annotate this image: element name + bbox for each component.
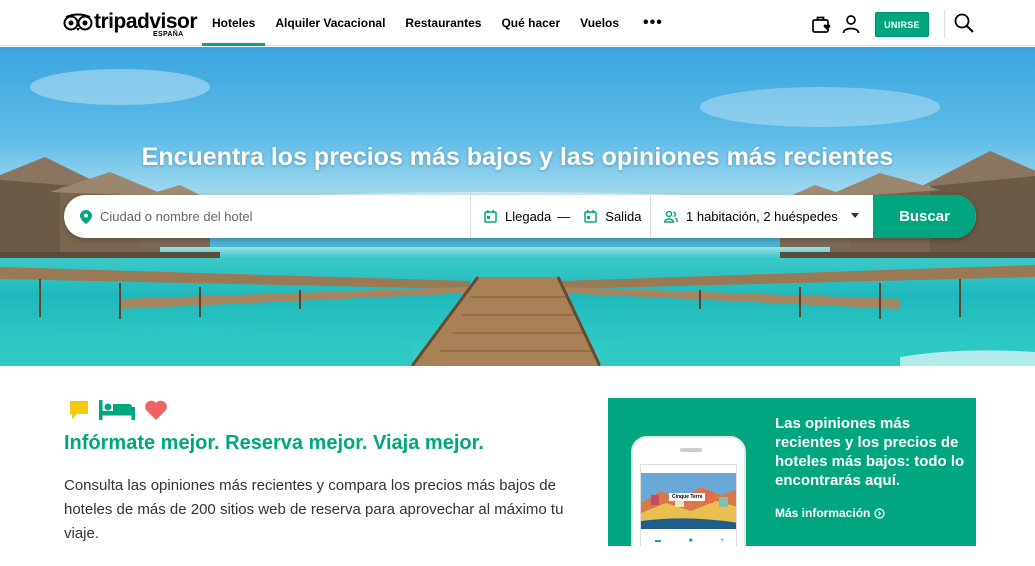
map-pin-icon bbox=[80, 209, 92, 224]
checkout-label[interactable]: Salida bbox=[605, 209, 641, 224]
search-button[interactable]: Buscar bbox=[873, 195, 976, 238]
join-button[interactable]: UNIRSE bbox=[875, 12, 929, 37]
phone-plus-icon: + bbox=[720, 538, 725, 544]
phone-illustration: Cinque Terre ▬ ■ + bbox=[631, 436, 746, 546]
bed-icon bbox=[99, 400, 135, 420]
nav-things-to-do[interactable]: Qué hacer bbox=[491, 0, 570, 46]
nav-more-icon[interactable]: ••• bbox=[629, 0, 673, 46]
promo-title: Las opiniones más recientes y los precio… bbox=[775, 415, 965, 489]
more-info-link[interactable]: Más información bbox=[775, 506, 886, 520]
hero-title: Encuentra los precios más bajos y las op… bbox=[141, 143, 894, 171]
search-icon[interactable] bbox=[953, 12, 975, 34]
date-range-field[interactable]: Llegada — Salida bbox=[484, 195, 649, 238]
chevron-down-icon[interactable] bbox=[851, 213, 859, 218]
top-header: tripadvisor ESPAÑA Hoteles Alquiler Vaca… bbox=[0, 0, 1035, 46]
intro-description: Consulta las opiniones más recientes y c… bbox=[64, 477, 564, 542]
phone-camera bbox=[680, 448, 702, 452]
checkin-label[interactable]: Llegada bbox=[505, 209, 551, 224]
more-info-label: Más información bbox=[775, 506, 871, 520]
feature-icons bbox=[68, 398, 168, 422]
phone-screen: Cinque Terre ▬ ■ + bbox=[640, 464, 737, 546]
phone-tab-bar: ▬ ■ + bbox=[641, 531, 736, 546]
app-promo-card[interactable]: Cinque Terre ▬ ■ + Las opiniones más rec… bbox=[608, 398, 976, 546]
speech-bubble-icon bbox=[70, 401, 88, 419]
city-search-input[interactable] bbox=[100, 209, 450, 224]
phone-home-icon: ■ bbox=[688, 538, 693, 544]
destination-photo bbox=[641, 473, 736, 529]
search-divider bbox=[470, 195, 471, 238]
date-separator: — bbox=[557, 209, 571, 224]
header-divider bbox=[944, 10, 945, 38]
phone-destination-tag: Cinque Terre bbox=[669, 493, 706, 501]
nav-hotels[interactable]: Hoteles bbox=[202, 0, 266, 46]
user-icon[interactable] bbox=[840, 13, 862, 35]
tagline-heading: Infórmate mejor. Reserva mejor. Viaja me… bbox=[64, 432, 484, 454]
search-divider bbox=[650, 195, 651, 238]
guests-rooms-field[interactable]: 1 habitación, 2 huéspedes bbox=[664, 195, 869, 238]
chevron-circle-icon bbox=[874, 507, 886, 519]
hero-banner: Encuentra los precios más bajos y las op… bbox=[0, 47, 1035, 366]
owl-icon bbox=[63, 13, 93, 31]
nav-flights[interactable]: Vuelos bbox=[570, 0, 629, 46]
suitcase-heart-icon[interactable] bbox=[810, 13, 832, 35]
heart-icon bbox=[145, 400, 167, 420]
logo-country: ESPAÑA bbox=[153, 31, 184, 38]
hotel-search-bar: Llegada — Salida 1 habitación, 2 huésped… bbox=[64, 195, 976, 238]
phone-hotel-icon: ▬ bbox=[654, 538, 661, 544]
main-nav: Hoteles Alquiler Vacacional Restaurantes… bbox=[202, 0, 673, 46]
guests-icon bbox=[664, 210, 678, 223]
checkout-calendar-icon bbox=[584, 210, 598, 223]
nav-restaurants[interactable]: Restaurantes bbox=[395, 0, 491, 46]
checkin-calendar-icon bbox=[484, 210, 497, 223]
nav-vacation-rentals[interactable]: Alquiler Vacacional bbox=[265, 0, 395, 46]
guests-rooms-label: 1 habitación, 2 huéspedes bbox=[686, 209, 838, 224]
city-search-field[interactable] bbox=[80, 195, 470, 238]
